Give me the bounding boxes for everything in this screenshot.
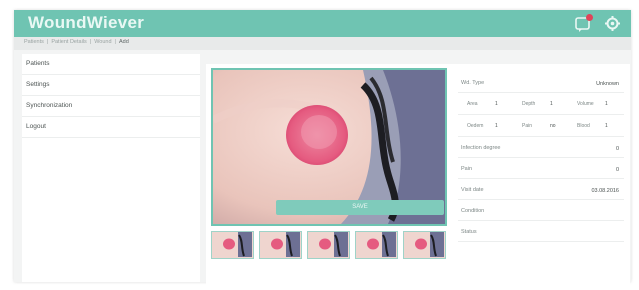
sidebar-item-label: Settings bbox=[26, 81, 50, 88]
app-window: WoundWiever Patients | Patient Details | Wou… bbox=[14, 10, 631, 288]
breadcrumb-bar: Patients | Patient Details | Wound | Add bbox=[14, 37, 631, 50]
depth-field[interactable]: Depth 1 bbox=[513, 93, 568, 115]
condition-field[interactable]: Condition bbox=[458, 200, 624, 221]
pain-toggle-field[interactable]: Pain no bbox=[513, 115, 568, 137]
field-label: Blood bbox=[577, 123, 590, 129]
blood-field[interactable]: Blood 1 bbox=[568, 115, 623, 137]
area-field[interactable]: Area 1 bbox=[458, 93, 513, 115]
field-value: 1 bbox=[495, 123, 498, 129]
field-label: Visit date bbox=[461, 187, 484, 193]
field-label: Volume bbox=[577, 101, 594, 107]
breadcrumb-item: Add bbox=[118, 39, 129, 45]
sidebar-item-label: Logout bbox=[26, 123, 46, 130]
thumbnail[interactable] bbox=[355, 231, 398, 259]
thumbnail[interactable] bbox=[307, 231, 350, 259]
field-value: 1 bbox=[605, 101, 608, 107]
status-field[interactable]: Status bbox=[458, 221, 624, 242]
visit-date-field[interactable]: Visit date 03.08.2016 bbox=[458, 179, 624, 200]
field-label: Oedem bbox=[467, 123, 484, 129]
field-value: 1 bbox=[550, 101, 553, 107]
breadcrumb-item[interactable]: Patients bbox=[24, 39, 44, 45]
breadcrumb-item[interactable]: Patient Details bbox=[51, 39, 86, 45]
thumbnail-strip bbox=[211, 231, 447, 261]
app-bar: WoundWiever bbox=[14, 10, 631, 37]
measurement-row-2: Oedem 1 Pain no Blood 1 bbox=[458, 115, 624, 137]
field-value: no bbox=[550, 123, 556, 129]
notification-badge bbox=[586, 14, 593, 21]
infection-degree-field[interactable]: Infection degree 0 bbox=[458, 137, 624, 158]
field-label: Area bbox=[467, 101, 478, 107]
thumbnail[interactable] bbox=[259, 231, 302, 259]
field-value: Unknown bbox=[596, 81, 619, 87]
wound-type-field[interactable]: Wd. Type Unknown bbox=[458, 72, 624, 93]
volume-field[interactable]: Volume 1 bbox=[568, 93, 623, 115]
sidebar: Patients Settings Synchronization Logout bbox=[22, 54, 200, 282]
thumbnail[interactable] bbox=[403, 231, 446, 259]
field-label: Pain bbox=[522, 123, 533, 129]
oedem-field[interactable]: Oedem 1 bbox=[458, 115, 513, 137]
wound-form: Wd. Type Unknown Area 1 Depth 1 Volume 1 Oe… bbox=[458, 72, 624, 242]
field-label: Pain bbox=[461, 166, 473, 172]
sidebar-item-patients[interactable]: Patients bbox=[22, 54, 200, 75]
field-value: 0 bbox=[615, 167, 619, 173]
wound-panel: Wd. Type Unknown Area 1 Depth 1 Volume 1 Oe… bbox=[206, 64, 630, 288]
sidebar-item-synchronization[interactable]: Synchronization bbox=[22, 96, 200, 117]
sidebar-item-label: Patients bbox=[26, 60, 50, 67]
save-button[interactable]: SAVE bbox=[276, 200, 444, 215]
pain-field[interactable]: Pain 0 bbox=[458, 158, 624, 179]
field-label: Wd. Type bbox=[461, 80, 485, 86]
thumbnail[interactable] bbox=[211, 231, 254, 259]
sidebar-item-logout[interactable]: Logout bbox=[22, 117, 200, 138]
field-value: 0 bbox=[615, 146, 619, 152]
app-title: WoundWiever bbox=[28, 13, 145, 32]
field-label: Infection degree bbox=[461, 145, 501, 151]
field-label: Condition bbox=[461, 208, 485, 214]
field-value: 1 bbox=[605, 123, 608, 129]
measurement-row-1: Area 1 Depth 1 Volume 1 bbox=[458, 93, 624, 115]
breadcrumb: Patients | Patient Details | Wound | Add bbox=[24, 39, 129, 45]
field-value: 03.08.2016 bbox=[591, 188, 619, 194]
settings-icon[interactable] bbox=[604, 15, 621, 32]
field-label: Depth bbox=[522, 101, 536, 107]
breadcrumb-item[interactable]: Wound bbox=[94, 39, 111, 45]
sidebar-item-settings[interactable]: Settings bbox=[22, 75, 200, 96]
field-label: Status bbox=[461, 229, 477, 235]
sidebar-item-label: Synchronization bbox=[26, 102, 73, 109]
field-value: 1 bbox=[495, 101, 498, 107]
